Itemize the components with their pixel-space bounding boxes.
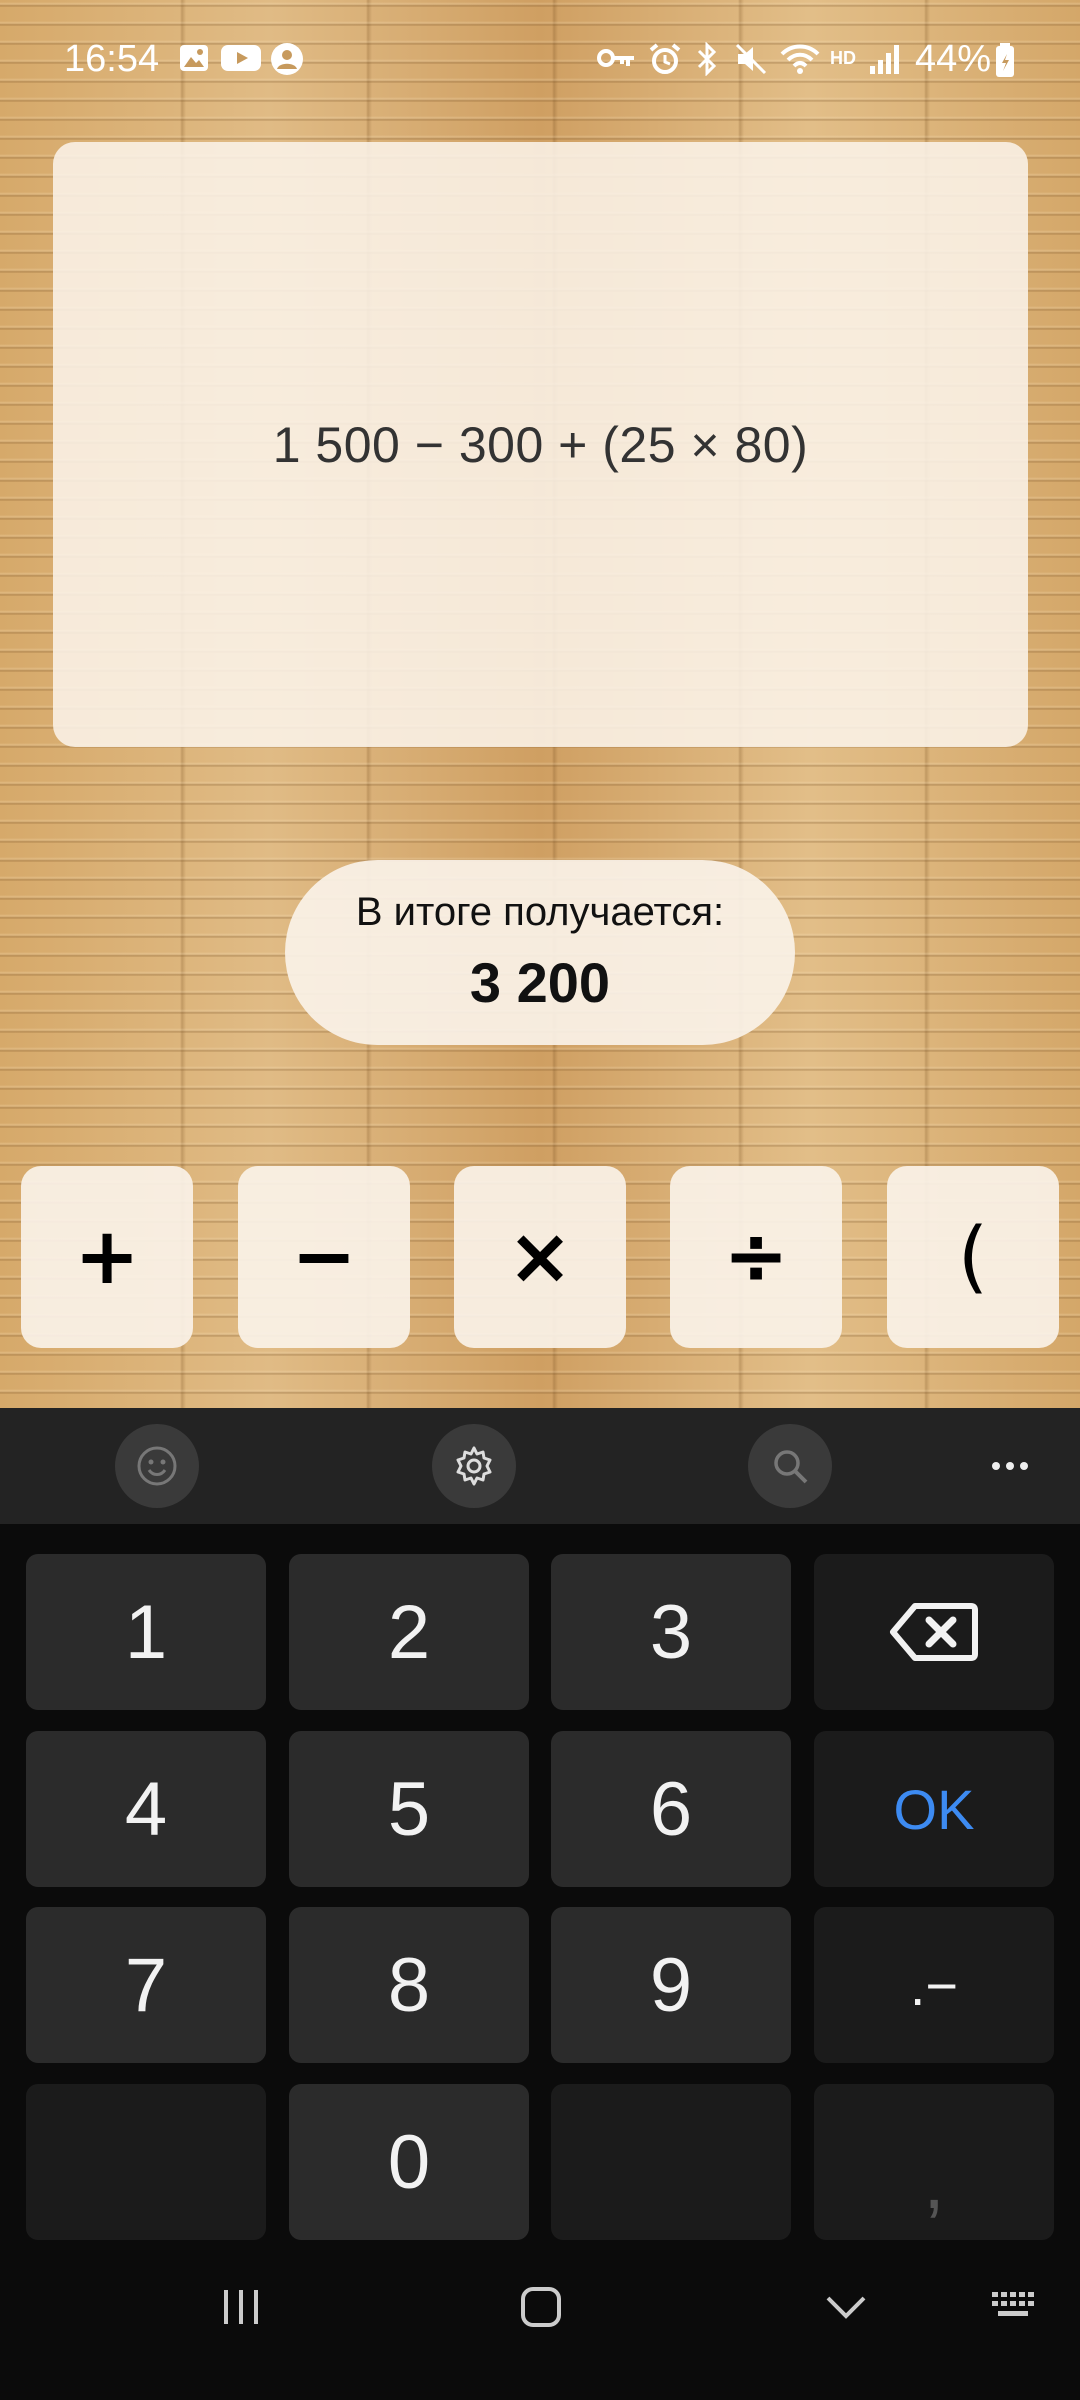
minus-button[interactable]: − bbox=[238, 1166, 410, 1348]
home-icon[interactable] bbox=[518, 2284, 564, 2330]
status-bar: 16:54 HD 44% bbox=[0, 0, 1080, 120]
app-background: 16:54 HD 44% 1 500 − 300 + (25 × 80) В и… bbox=[0, 0, 1080, 1408]
signal-icon bbox=[870, 45, 899, 74]
backspace-icon bbox=[890, 1603, 978, 1661]
youtube-icon bbox=[221, 45, 261, 71]
emoji-button[interactable] bbox=[115, 1424, 199, 1508]
dot-minus-key[interactable]: .− bbox=[814, 1907, 1054, 2063]
key-5[interactable]: 5 bbox=[289, 1731, 529, 1887]
status-time: 16:54 bbox=[64, 38, 160, 80]
key-4[interactable]: 4 bbox=[26, 1731, 266, 1887]
more-button[interactable] bbox=[990, 1448, 1040, 1484]
gallery-icon bbox=[180, 45, 208, 71]
multiply-button[interactable]: × bbox=[454, 1166, 626, 1348]
divide-button[interactable]: ÷ bbox=[670, 1166, 842, 1348]
key-7[interactable]: 7 bbox=[26, 1907, 266, 2063]
hide-keyboard-icon[interactable] bbox=[822, 2284, 870, 2330]
wifi-icon bbox=[780, 44, 820, 74]
open-paren-button[interactable]: ( bbox=[887, 1166, 1059, 1348]
backspace-key[interactable] bbox=[814, 1554, 1054, 1710]
bluetooth-icon bbox=[697, 42, 717, 76]
keyboard-switch-icon[interactable] bbox=[990, 2284, 1040, 2330]
numeric-keyboard: 1 2 3 4 5 6 OK 7 8 9 .− 0 , bbox=[0, 1524, 1080, 2244]
alarm-icon bbox=[649, 43, 681, 74]
key-9[interactable]: 9 bbox=[551, 1907, 791, 2063]
key-2[interactable]: 2 bbox=[289, 1554, 529, 1710]
key-3[interactable]: 3 bbox=[551, 1554, 791, 1710]
expression-card: 1 500 − 300 + (25 × 80) bbox=[53, 142, 1028, 747]
battery-percent: 44% bbox=[915, 38, 992, 80]
settings-button[interactable] bbox=[432, 1424, 516, 1508]
empty-key-left bbox=[26, 2084, 266, 2240]
key-6[interactable]: 6 bbox=[551, 1731, 791, 1887]
emoji-icon bbox=[137, 1446, 177, 1486]
more-icon bbox=[992, 1462, 1028, 1470]
empty-key-right bbox=[551, 2084, 791, 2240]
navigation-bar bbox=[0, 2244, 1080, 2400]
settings-icon bbox=[456, 1446, 492, 1486]
account-icon bbox=[271, 43, 303, 75]
result-value: 3 200 bbox=[469, 951, 611, 1014]
key-1[interactable]: 1 bbox=[26, 1554, 266, 1710]
key-0[interactable]: 0 bbox=[289, 2084, 529, 2240]
key-icon bbox=[597, 49, 634, 67]
result-label: В итоге получается: bbox=[355, 890, 725, 934]
search-button[interactable] bbox=[748, 1424, 832, 1508]
hd-icon: HD bbox=[830, 48, 856, 68]
plus-button[interactable]: + bbox=[21, 1166, 193, 1348]
recent-apps-icon[interactable] bbox=[218, 2284, 264, 2330]
key-8[interactable]: 8 bbox=[289, 1907, 529, 2063]
result-pill: В итоге получается: 3 200 bbox=[285, 860, 795, 1045]
search-icon bbox=[774, 1450, 808, 1484]
comma-key[interactable]: , bbox=[814, 2084, 1054, 2240]
mute-icon bbox=[735, 43, 767, 75]
ok-key[interactable]: OK bbox=[814, 1731, 1054, 1887]
expression-text: 1 500 − 300 + (25 × 80) bbox=[272, 416, 809, 473]
keyboard-toolbar bbox=[0, 1408, 1080, 1524]
battery-icon bbox=[996, 43, 1014, 77]
